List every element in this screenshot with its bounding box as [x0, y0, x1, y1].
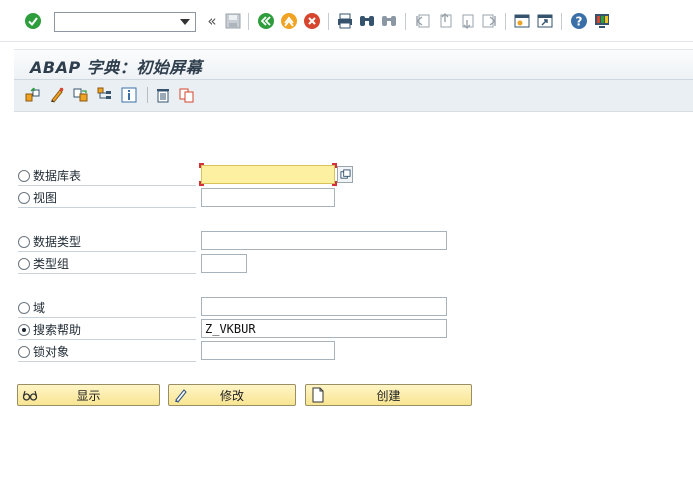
option-label: 锁对象	[33, 345, 70, 359]
find-next-icon[interactable]	[380, 12, 398, 30]
save-icon[interactable]	[224, 12, 242, 30]
option-domain[interactable]: 域	[18, 298, 196, 318]
next-page-icon[interactable]	[458, 12, 476, 30]
back-icon[interactable]	[257, 12, 275, 30]
option-label: 类型组	[33, 257, 70, 271]
left-margin	[0, 42, 14, 486]
view-field[interactable]	[201, 188, 335, 207]
command-input[interactable]	[57, 14, 175, 30]
pencil-icon	[175, 389, 187, 403]
data-type-field[interactable]	[201, 231, 447, 250]
radio-type-group[interactable]	[18, 257, 30, 270]
delete-icon[interactable]	[155, 87, 171, 103]
chevron-down-icon[interactable]	[175, 13, 195, 31]
option-label: 数据类型	[33, 235, 82, 249]
value-help-button[interactable]	[337, 166, 353, 183]
new-session-icon[interactable]	[513, 12, 531, 30]
sap-window: « ? ABAP 字典：初始屏幕 数据库表 视图 数据类型 类型组 域 搜索帮助…	[0, 0, 693, 486]
radio-search-help[interactable]	[18, 323, 30, 336]
prev-page-icon[interactable]	[436, 12, 454, 30]
option-view[interactable]: 视图	[18, 188, 196, 208]
page-title: ABAP 字典：初始屏幕	[30, 58, 203, 77]
database-table-field[interactable]	[201, 165, 335, 184]
command-field[interactable]	[54, 12, 196, 32]
collapse-glyph: «	[207, 12, 217, 30]
radio-view[interactable]	[18, 191, 30, 204]
standard-toolbar: « ?	[0, 0, 693, 42]
option-label: 域	[33, 301, 46, 315]
type-group-field[interactable]	[201, 254, 247, 273]
display-button-label: 显示	[76, 388, 101, 403]
exit-icon[interactable]	[280, 12, 298, 30]
radio-database-table[interactable]	[18, 169, 30, 182]
svg-text:?: ?	[576, 15, 583, 29]
domain-field[interactable]	[201, 297, 447, 316]
toolbar-separator	[248, 13, 249, 30]
toolbar-separator	[328, 13, 329, 30]
create-button[interactable]: 创建	[305, 384, 472, 406]
info-icon[interactable]	[121, 87, 137, 103]
copy-icon[interactable]	[73, 87, 89, 103]
search-help-field[interactable]	[201, 319, 447, 338]
application-toolbar	[14, 80, 693, 112]
option-label: 数据库表	[33, 169, 82, 183]
option-label: 视图	[33, 191, 58, 205]
option-label: 搜索帮助	[33, 323, 82, 337]
option-lock-object[interactable]: 锁对象	[18, 342, 196, 362]
radio-data-type[interactable]	[18, 235, 30, 248]
option-database-table[interactable]: 数据库表	[18, 166, 196, 186]
last-page-icon[interactable]	[480, 12, 498, 30]
print-icon[interactable]	[336, 12, 354, 30]
change-button[interactable]: 修改	[168, 384, 296, 406]
option-search-help[interactable]: 搜索帮助	[18, 320, 196, 340]
where-used-icon[interactable]	[97, 87, 113, 103]
collapse-toolbar-icon[interactable]: «	[203, 12, 221, 30]
toolbar-separator	[147, 87, 148, 103]
option-data-type[interactable]: 数据类型	[18, 232, 196, 252]
title-bar: ABAP 字典：初始屏幕	[14, 49, 693, 80]
first-page-icon[interactable]	[414, 12, 432, 30]
rename-icon[interactable]	[179, 87, 195, 103]
shortcut-icon[interactable]	[536, 12, 554, 30]
create-button-label: 创建	[376, 388, 401, 403]
focus-marker	[199, 181, 204, 186]
other-object-icon[interactable]	[25, 87, 41, 103]
radio-domain[interactable]	[18, 301, 30, 314]
toolbar-separator	[505, 13, 506, 30]
radio-lock-object[interactable]	[18, 345, 30, 358]
help-icon[interactable]: ?	[570, 12, 588, 30]
display-button[interactable]: 显示	[17, 384, 160, 406]
glasses-icon	[22, 390, 38, 401]
focus-marker	[199, 163, 204, 168]
toolbar-separator	[561, 13, 562, 30]
option-type-group[interactable]: 类型组	[18, 254, 196, 274]
find-icon[interactable]	[358, 12, 376, 30]
enter-icon[interactable]	[24, 12, 42, 30]
new-document-icon	[312, 387, 324, 403]
toolbar-separator	[405, 13, 406, 30]
customize-layout-icon[interactable]	[593, 12, 611, 30]
lock-object-field[interactable]	[201, 341, 335, 360]
change-icon[interactable]	[49, 87, 65, 103]
cancel-icon[interactable]	[303, 12, 321, 30]
value-help-icon	[339, 169, 351, 179]
